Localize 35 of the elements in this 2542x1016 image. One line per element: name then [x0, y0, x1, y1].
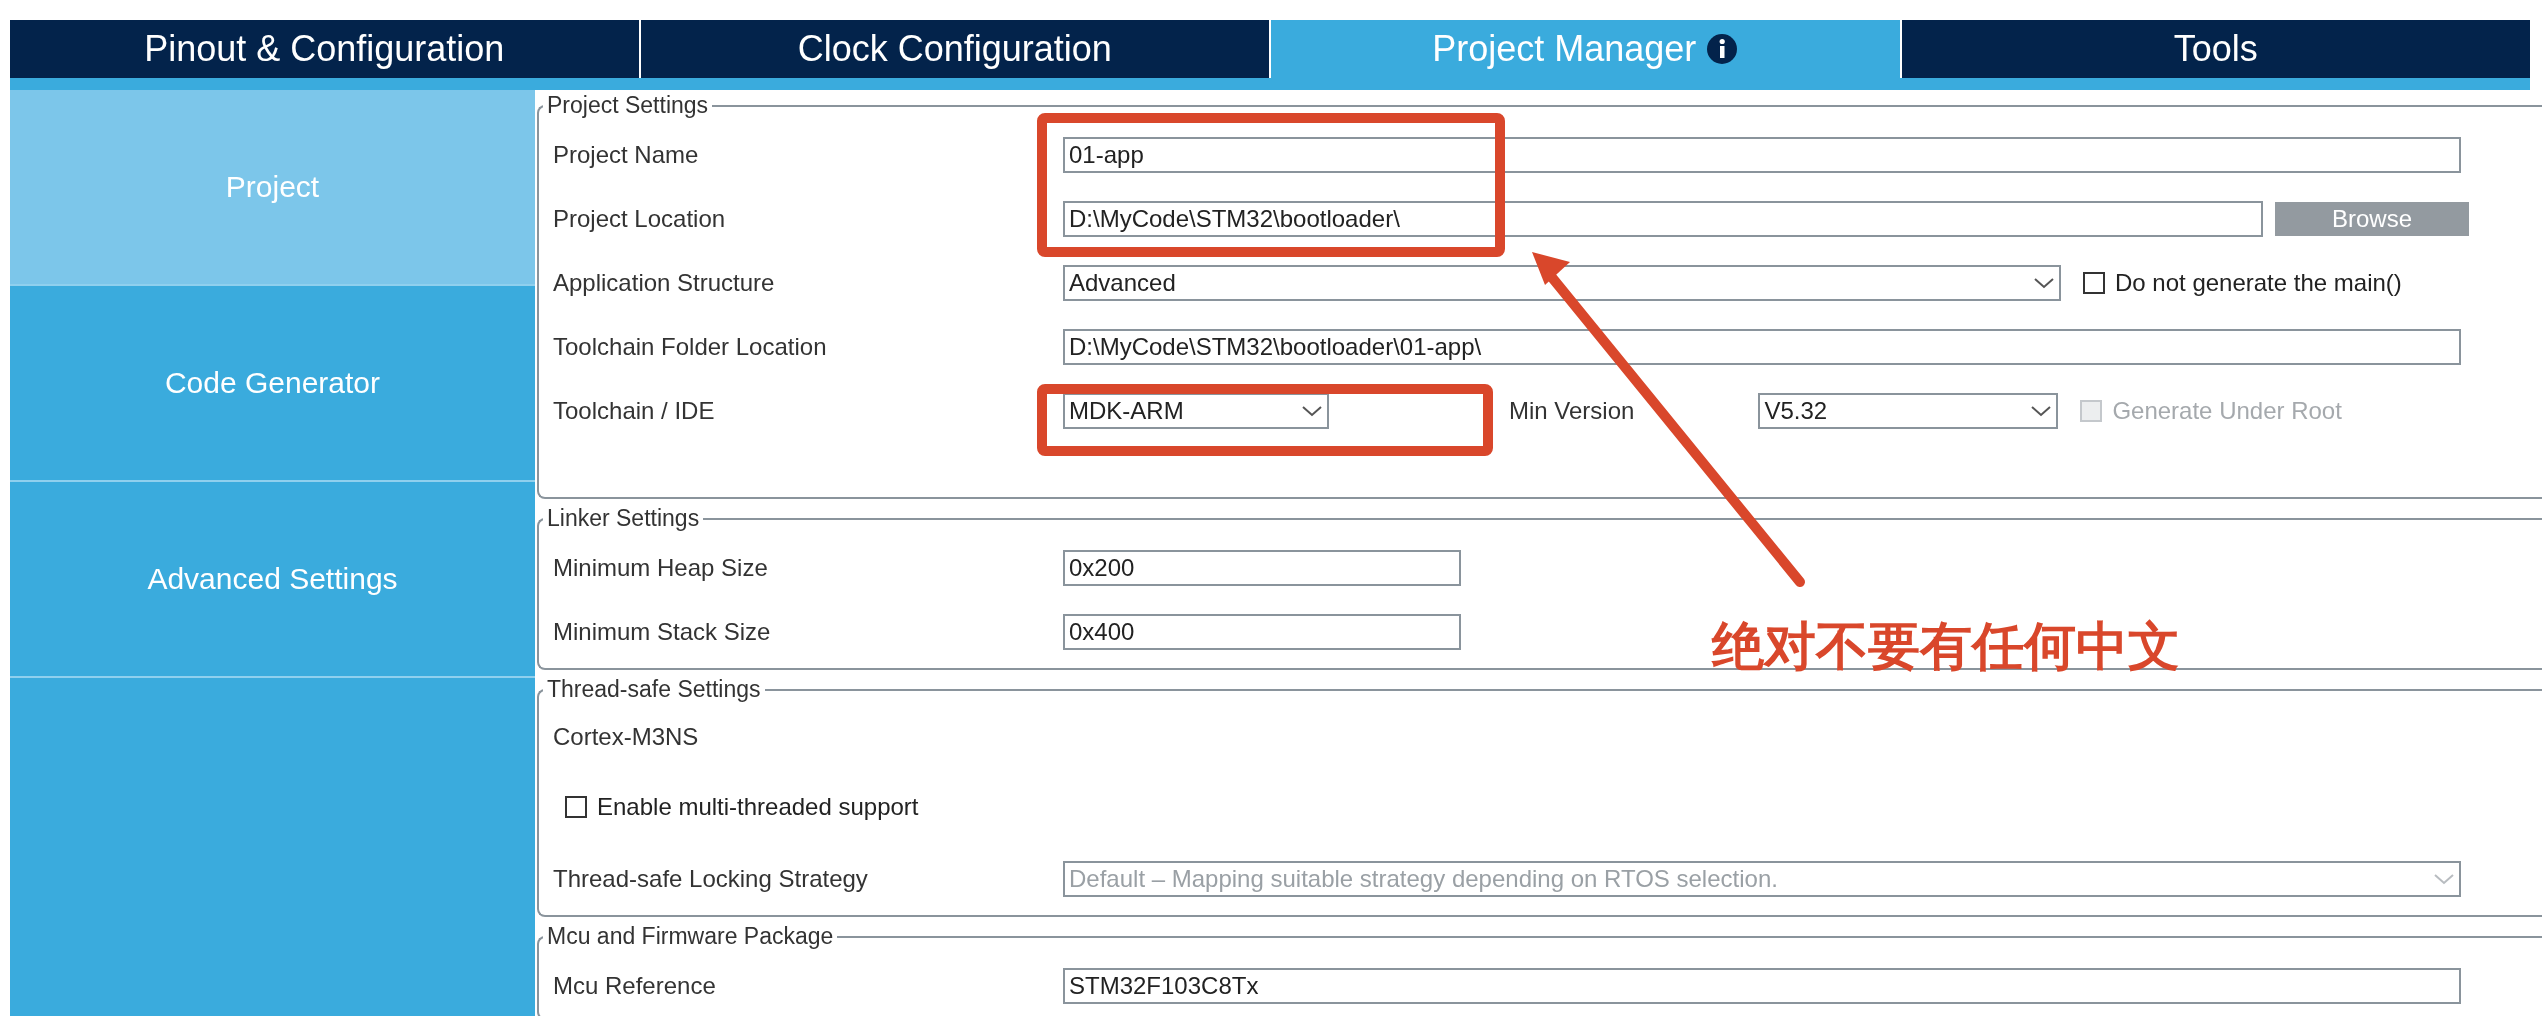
text-field[interactable]: D:\MyCode\STM32\bootloader\ [1063, 201, 2263, 237]
field-label: Minimum Heap Size [553, 554, 769, 582]
group-title: Thread-safe Settings [546, 676, 762, 703]
field-label: Application Structure [553, 269, 776, 297]
field-label: Toolchain / IDE [553, 397, 716, 425]
text-field[interactable]: D:\MyCode\STM32\bootloader\01-app\ [1063, 329, 2461, 365]
field-label: Cortex-M3NS [553, 723, 700, 751]
field-label: Project Location [553, 205, 727, 233]
checkbox[interactable]: Do not generate the main() [2083, 269, 2402, 297]
tab[interactable]: Pinout & Configuration [10, 20, 641, 78]
field-label: Project Name [553, 141, 700, 169]
field-label: Min Version [1509, 397, 1635, 425]
group-title: Mcu and Firmware Package [546, 923, 835, 950]
dropdown[interactable]: V5.32 [1758, 393, 2059, 429]
text-field[interactable]: 01-app [1063, 137, 2461, 173]
group-title: Project Settings [546, 92, 710, 119]
text-field[interactable]: STM32F103C8Tx [1063, 968, 2461, 1004]
chevron-down-icon [1301, 405, 1323, 417]
checkbox[interactable]: Enable multi-threaded support [565, 793, 919, 821]
field-label: Toolchain Folder Location [553, 333, 828, 361]
tab[interactable]: Clock Configuration [640, 20, 1271, 78]
annotation-text: 绝对不要有任何中文 [1712, 615, 2180, 678]
text-field[interactable]: 0x400 [1063, 614, 1461, 650]
field-label: Minimum Stack Size [553, 618, 772, 646]
field-label: Mcu Reference [553, 972, 717, 1000]
info-icon [1706, 33, 1739, 65]
chevron-down-icon [2030, 405, 2053, 417]
dropdown[interactable]: Advanced [1063, 265, 2061, 301]
text-field[interactable]: 0x200 [1063, 550, 1461, 586]
tab[interactable]: Tools [1901, 20, 2530, 78]
group-title: Linker Settings [546, 505, 701, 532]
dropdown[interactable]: MDK-ARM [1063, 393, 1329, 429]
chevron-down-icon [2433, 873, 2455, 885]
chevron-down-icon [2033, 277, 2055, 289]
field-label: Thread-safe Locking Strategy [553, 865, 869, 893]
